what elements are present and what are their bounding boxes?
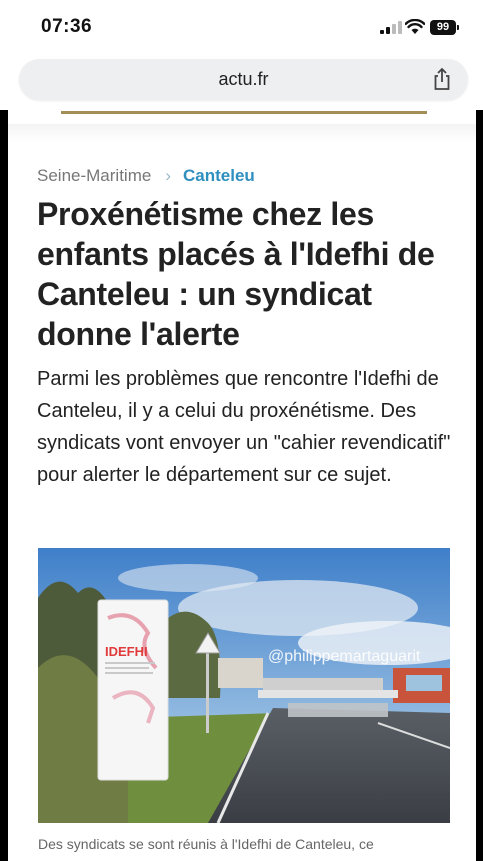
article-lead: Parmi les problèmes que rencontre l'Idef… xyxy=(37,368,451,486)
wifi-icon xyxy=(405,19,425,34)
page-content: Seine-Maritime › Canteleu Proxénétisme che… xyxy=(8,110,476,861)
share-icon[interactable] xyxy=(430,67,454,91)
url-bar[interactable]: actu.fr xyxy=(19,59,468,100)
breadcrumb-current[interactable]: Canteleu xyxy=(183,166,255,185)
battery-tip xyxy=(457,25,459,30)
header-separator xyxy=(8,124,476,142)
frame-edge-right xyxy=(476,110,483,861)
article-photo[interactable]: IDEFHI @philippemartaguarit xyxy=(38,548,450,823)
url-text[interactable]: actu.fr xyxy=(19,69,468,90)
chevron-right-icon: › xyxy=(165,166,171,185)
frame-edge-left xyxy=(0,110,8,861)
breadcrumb: Seine-Maritime › Canteleu xyxy=(37,166,255,186)
photo-watermark: @philippemartaguarit xyxy=(268,648,421,665)
phone-screen: 07:36 99 actu.fr Seine-Maritime › Cantel… xyxy=(0,0,483,861)
breadcrumb-parent[interactable]: Seine-Maritime xyxy=(37,166,151,185)
signal-icon xyxy=(380,21,402,34)
battery-icon: 99 xyxy=(430,20,456,35)
header-rule xyxy=(61,111,427,114)
status-time: 07:36 xyxy=(41,16,93,37)
sign-text: IDEFHI xyxy=(105,644,148,659)
article-title: Proxénétisme chez les enfants placés à l… xyxy=(37,196,435,352)
browser-address-area: actu.fr xyxy=(0,54,483,110)
photo-caption: Des syndicats se sont réunis à l'Idefhi … xyxy=(38,836,374,852)
status-bar: 07:36 99 xyxy=(0,0,483,54)
